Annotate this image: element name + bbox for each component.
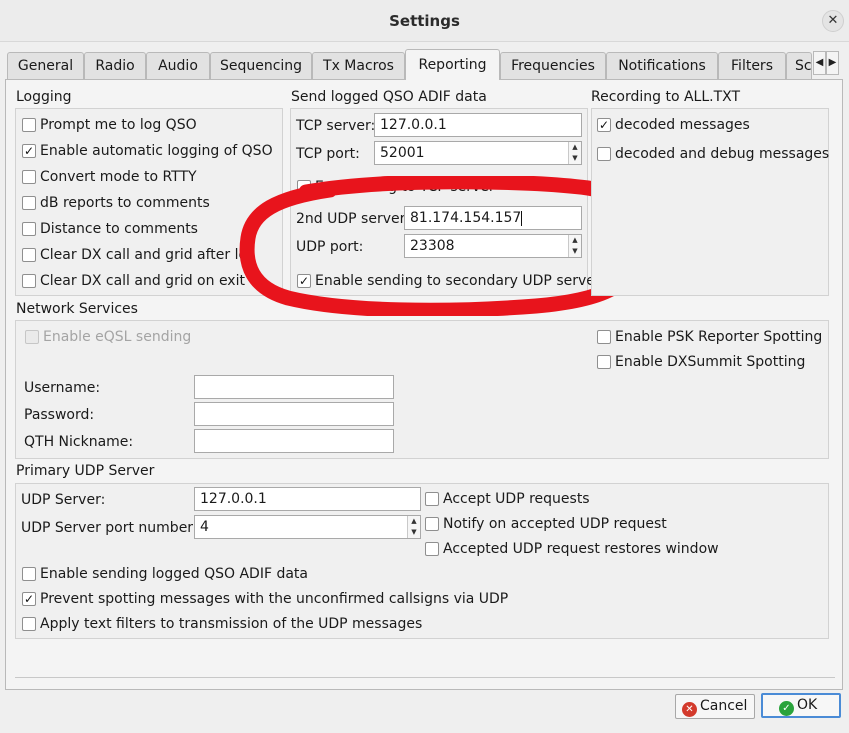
tab-label: Filters (731, 58, 773, 74)
tab-label: General (17, 58, 74, 74)
apply-filters-label: Apply text filters to transmission of th… (40, 616, 423, 632)
tab-sc[interactable]: Sc (786, 52, 812, 79)
udp-server-port-spinbox[interactable]: 4 ▲ ▼ (194, 515, 421, 539)
udp-server-port-label: UDP Server port number: (21, 520, 198, 536)
recording-title: Recording to ALL.TXT (591, 89, 741, 105)
logging-title: Logging (16, 89, 72, 105)
udp-server-port-value: 4 (200, 519, 209, 535)
network-title: Network Services (16, 301, 138, 317)
tab-label: Notifications (618, 58, 706, 74)
tab-filters[interactable]: Filters (718, 52, 786, 79)
clear-on-exit-checkbox[interactable] (22, 274, 36, 288)
decoded-debug-checkbox[interactable] (597, 147, 611, 161)
tcp-port-spin-icon[interactable]: ▲ ▼ (568, 142, 581, 164)
tcp-port-spinbox[interactable]: 52001 ▲ ▼ (374, 141, 582, 165)
auto-logging-checkbox[interactable]: ✓ (22, 144, 36, 158)
tab-tx-macros[interactable]: Tx Macros (312, 52, 405, 79)
distance-label: Distance to comments (40, 221, 198, 237)
decoded-debug-label: decoded and debug messages (615, 146, 830, 162)
eqsl-label: Enable eQSL sending (43, 329, 192, 345)
cancel-label: Cancel (700, 698, 748, 714)
annotation-circle (239, 176, 645, 316)
window-title: Settings (389, 12, 460, 30)
notify-udp-checkbox[interactable] (425, 517, 439, 531)
qth-nickname-label: QTH Nickname: (24, 434, 134, 450)
tab-label: Frequencies (511, 58, 595, 74)
restore-window-checkbox[interactable] (425, 542, 439, 556)
tcp-server-label: TCP server: (296, 118, 376, 134)
tab-radio[interactable]: Radio (84, 52, 146, 79)
cancel-button[interactable]: ✕ Cancel (675, 694, 755, 719)
check-circle-icon: ✓ (779, 701, 794, 716)
recording-group (591, 108, 829, 296)
password-input[interactable] (194, 402, 394, 426)
eqsl-checkbox[interactable] (25, 330, 39, 344)
db-reports-label: dB reports to comments (40, 195, 210, 211)
ok-label: OK (797, 697, 818, 713)
udp-server-input[interactable]: 127.0.0.1 (194, 487, 421, 511)
tab-label: Audio (158, 58, 198, 74)
decoded-messages-checkbox[interactable]: ✓ (597, 118, 611, 132)
tcp-port-label: TCP port: (296, 146, 360, 162)
tab-label: Sc (795, 58, 812, 74)
clear-after-log-checkbox[interactable] (22, 248, 36, 262)
dxsummit-label: Enable DXSummit Spotting (615, 354, 806, 370)
accept-udp-label: Accept UDP requests (443, 491, 590, 507)
tab-label: Sequencing (219, 58, 303, 74)
tab-frequencies[interactable]: Frequencies (500, 52, 606, 79)
primary-udp-title: Primary UDP Server (16, 463, 155, 479)
x-circle-icon: ✕ (682, 702, 697, 717)
prompt-log-label: Prompt me to log QSO (40, 117, 197, 133)
qth-nickname-input[interactable] (194, 429, 394, 453)
udp-server-port-spin-icon[interactable]: ▲ ▼ (407, 516, 420, 538)
tab-scroll-left-icon[interactable]: ◀ (813, 51, 826, 75)
psk-reporter-checkbox[interactable] (597, 330, 611, 344)
tcp-server-input[interactable]: 127.0.0.1 (374, 113, 582, 137)
accept-udp-checkbox[interactable] (425, 492, 439, 506)
auto-logging-label: Enable automatic logging of QSO (40, 143, 273, 159)
username-input[interactable] (194, 375, 394, 399)
prompt-log-checkbox[interactable] (22, 118, 36, 132)
notify-udp-label: Notify on accepted UDP request (443, 516, 667, 532)
divider (15, 677, 835, 678)
tab-scroll-right-icon[interactable]: ▶ (826, 51, 839, 75)
tab-label: Tx Macros (323, 58, 394, 74)
adif-title: Send logged QSO ADIF data (291, 89, 487, 105)
udp-server-label: UDP Server: (21, 492, 106, 508)
psk-reporter-label: Enable PSK Reporter Spotting (615, 329, 823, 345)
ok-button[interactable]: ✓ OK (761, 693, 841, 718)
tab-sequencing[interactable]: Sequencing (210, 52, 312, 79)
dxsummit-checkbox[interactable] (597, 355, 611, 369)
clear-after-log-label: Clear DX call and grid after lo (40, 247, 248, 263)
password-label: Password: (24, 407, 95, 423)
convert-rtty-label: Convert mode to RTTY (40, 169, 197, 185)
db-reports-checkbox[interactable] (22, 196, 36, 210)
enable-adif-udp-checkbox[interactable] (22, 567, 36, 581)
tab-reporting[interactable]: Reporting (405, 49, 500, 80)
restore-window-label: Accepted UDP request restores window (443, 541, 719, 557)
close-icon[interactable]: ✕ (822, 10, 844, 32)
tab-notifications[interactable]: Notifications (606, 52, 718, 79)
clear-on-exit-label: Clear DX call and grid on exit (40, 273, 245, 289)
username-label: Username: (24, 380, 101, 396)
tab-label: Radio (95, 58, 135, 74)
tcp-port-value: 52001 (380, 145, 425, 161)
distance-checkbox[interactable] (22, 222, 36, 236)
decoded-messages-label: decoded messages (615, 117, 750, 133)
tab-label: Reporting (418, 57, 487, 73)
prevent-spotting-checkbox[interactable]: ✓ (22, 592, 36, 606)
prevent-spotting-label: Prevent spotting messages with the uncon… (40, 591, 509, 607)
tab-audio[interactable]: Audio (146, 52, 210, 79)
tab-general[interactable]: General (7, 52, 84, 79)
convert-rtty-checkbox[interactable] (22, 170, 36, 184)
enable-adif-udp-label: Enable sending logged QSO ADIF data (40, 566, 308, 582)
apply-filters-checkbox[interactable] (22, 617, 36, 631)
